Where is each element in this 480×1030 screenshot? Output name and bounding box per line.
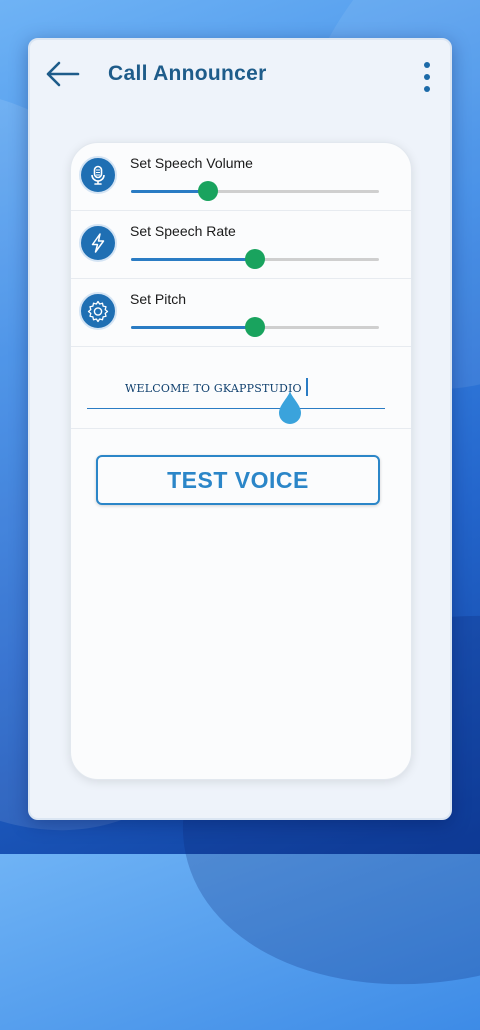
slider-fill: [131, 190, 208, 193]
message-input[interactable]: WELCOME TO GKAPPSTUDIO: [87, 376, 385, 409]
more-vert-icon: [424, 74, 430, 80]
setting-label: Set Pitch: [130, 291, 187, 307]
message-section: WELCOME TO GKAPPSTUDIO: [71, 362, 411, 429]
slider-fill: [131, 326, 255, 329]
more-vert-icon: [424, 62, 430, 68]
settings-card: Set Speech Volume Set Speech Rate Set Pi…: [70, 142, 412, 780]
setting-label: Set Speech Volume: [130, 155, 253, 171]
caret-handle[interactable]: [277, 389, 303, 425]
message-text: WELCOME TO GKAPPSTUDIO: [125, 382, 302, 395]
page-title: Call Announcer: [108, 62, 267, 85]
slider-thumb[interactable]: [197, 181, 218, 201]
arrow-left-icon: [46, 61, 80, 87]
speech-rate-slider[interactable]: [131, 249, 379, 269]
speech-volume-slider[interactable]: [131, 181, 379, 201]
overflow-menu-button[interactable]: [420, 62, 434, 92]
test-voice-button[interactable]: TEST VOICE: [96, 455, 380, 505]
app-screen: Call Announcer Set Speech Volume Set Spe…: [28, 38, 452, 820]
pitch-slider[interactable]: [131, 317, 379, 337]
text-caret: [306, 378, 308, 396]
setting-row-rate: Set Speech Rate: [71, 211, 411, 279]
setting-row-pitch: Set Pitch: [71, 279, 411, 347]
setting-row-volume: Set Speech Volume: [71, 143, 411, 211]
microphone-icon: [79, 156, 117, 194]
more-vert-icon: [424, 86, 430, 92]
app-header: Call Announcer: [30, 40, 450, 112]
gear-icon: [79, 292, 117, 330]
lightning-icon: [79, 224, 117, 262]
slider-thumb[interactable]: [245, 249, 265, 269]
back-button[interactable]: [42, 56, 82, 92]
slider-thumb[interactable]: [245, 317, 265, 337]
slider-fill: [131, 258, 255, 261]
setting-label: Set Speech Rate: [130, 223, 236, 239]
